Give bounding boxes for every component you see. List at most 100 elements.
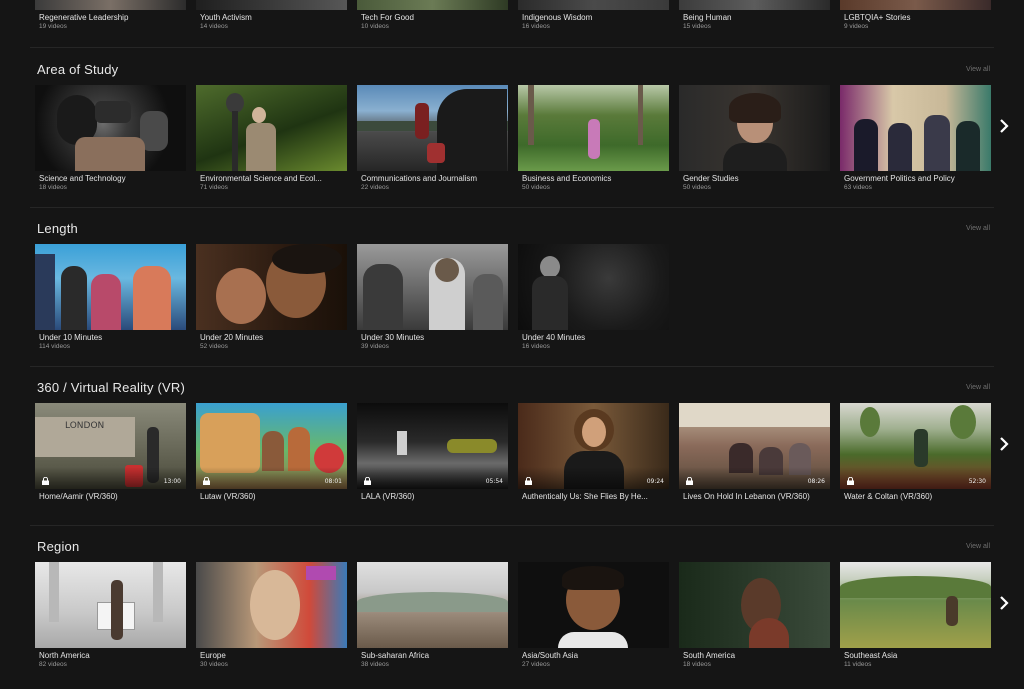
lock-icon bbox=[525, 477, 532, 485]
collection-title: Being Human bbox=[683, 13, 732, 22]
video-duration: 08:26 bbox=[807, 478, 825, 485]
collection-count: 63 videos bbox=[844, 184, 872, 191]
collection-thumbnail bbox=[518, 0, 669, 10]
collection-title: North America bbox=[39, 651, 90, 660]
collection-card[interactable]: South America 18 videos bbox=[679, 562, 830, 668]
collection-thumbnail bbox=[196, 244, 347, 330]
collection-count: 10 videos bbox=[361, 23, 389, 30]
collection-thumbnail bbox=[840, 562, 991, 648]
collection-card[interactable]: Business and Economics 50 videos bbox=[518, 85, 669, 191]
video-thumbnail: 05:54 bbox=[357, 403, 508, 489]
section-vr: 360 / Virtual Reality (VR) View all LOND… bbox=[0, 374, 1024, 524]
collection-thumbnail bbox=[35, 562, 186, 648]
collection-thumbnail bbox=[840, 85, 991, 171]
video-card[interactable]: 05:54 LALA (VR/360) bbox=[357, 403, 508, 501]
section-divider bbox=[30, 47, 994, 48]
lock-icon bbox=[847, 477, 854, 485]
collection-title: Asia/South Asia bbox=[522, 651, 579, 660]
collection-card[interactable]: Youth Activism 14 videos bbox=[196, 0, 347, 30]
collection-card[interactable]: Southeast Asia 11 videos bbox=[840, 562, 991, 668]
section-title: Area of Study bbox=[37, 62, 119, 77]
collection-title: Science and Technology bbox=[39, 174, 126, 183]
collection-title: LGBTQIA+ Stories bbox=[844, 13, 911, 22]
collection-count: 18 videos bbox=[683, 661, 711, 668]
chevron-right-icon[interactable] bbox=[998, 595, 1010, 611]
chevron-right-icon[interactable] bbox=[998, 118, 1010, 134]
collection-card[interactable]: Science and Technology 18 videos bbox=[35, 85, 186, 191]
collection-count: 18 videos bbox=[39, 184, 67, 191]
section-title: Region bbox=[37, 539, 80, 554]
collection-count: 39 videos bbox=[361, 343, 389, 350]
collection-count: 16 videos bbox=[522, 23, 550, 30]
collection-card[interactable]: Indigenous Wisdom 16 videos bbox=[518, 0, 669, 30]
collection-title: Europe bbox=[200, 651, 226, 660]
lock-icon bbox=[42, 477, 49, 485]
collection-card[interactable]: Asia/South Asia 27 videos bbox=[518, 562, 669, 668]
collection-count: 16 videos bbox=[522, 343, 550, 350]
collection-card[interactable]: Regenerative Leadership 19 videos bbox=[35, 0, 186, 30]
collection-card[interactable]: Under 10 Minutes 114 videos bbox=[35, 244, 186, 350]
collection-card[interactable]: Under 20 Minutes 52 videos bbox=[196, 244, 347, 350]
section-region: Region View all North America 82 videos … bbox=[0, 533, 1024, 689]
collection-count: 50 videos bbox=[522, 184, 550, 191]
view-all-link[interactable]: View all bbox=[966, 66, 990, 73]
collection-title: Sub-saharan Africa bbox=[361, 651, 430, 660]
top-collection-row: Regenerative Leadership 19 videos Youth … bbox=[0, 0, 1024, 40]
video-title: Lutaw (VR/360) bbox=[200, 492, 256, 501]
collection-card[interactable]: North America 82 videos bbox=[35, 562, 186, 668]
view-all-link[interactable]: View all bbox=[966, 543, 990, 550]
collection-card[interactable]: Tech For Good 10 videos bbox=[357, 0, 508, 30]
collection-card[interactable]: Europe 30 videos bbox=[196, 562, 347, 668]
collection-thumbnail bbox=[518, 562, 669, 648]
chevron-right-icon[interactable] bbox=[998, 436, 1010, 452]
collection-thumbnail bbox=[196, 0, 347, 10]
collection-count: 19 videos bbox=[39, 23, 67, 30]
collection-count: 27 videos bbox=[522, 661, 550, 668]
lock-icon bbox=[686, 477, 693, 485]
collection-thumbnail bbox=[35, 85, 186, 171]
collection-card[interactable]: Under 40 Minutes 16 videos bbox=[518, 244, 669, 350]
video-thumbnail: 08:01 bbox=[196, 403, 347, 489]
video-title: Lives On Hold In Lebanon (VR/360) bbox=[683, 492, 810, 501]
collection-title: Environmental Science and Ecol... bbox=[200, 174, 322, 183]
view-all-link[interactable]: View all bbox=[966, 225, 990, 232]
collection-title: Regenerative Leadership bbox=[39, 13, 129, 22]
collection-card[interactable]: Communications and Journalism 22 videos bbox=[357, 85, 508, 191]
section-divider bbox=[30, 366, 994, 367]
video-card[interactable]: LONDON 13:00 Home/Aamir (VR/360) bbox=[35, 403, 186, 501]
collection-thumbnail bbox=[518, 85, 669, 171]
collection-card[interactable]: LGBTQIA+ Stories 9 videos bbox=[840, 0, 991, 30]
collection-thumbnail bbox=[679, 85, 830, 171]
video-card[interactable]: 08:26 Lives On Hold In Lebanon (VR/360) bbox=[679, 403, 830, 501]
collection-card[interactable]: Sub-saharan Africa 38 videos bbox=[357, 562, 508, 668]
video-card[interactable]: 08:01 Lutaw (VR/360) bbox=[196, 403, 347, 501]
collection-thumbnail bbox=[357, 85, 508, 171]
collection-thumbnail bbox=[35, 244, 186, 330]
video-thumbnail: 08:26 bbox=[679, 403, 830, 489]
collection-thumbnail bbox=[357, 0, 508, 10]
collection-card[interactable]: Being Human 15 videos bbox=[679, 0, 830, 30]
collection-card[interactable]: Government Politics and Policy 63 videos bbox=[840, 85, 991, 191]
video-thumbnail: LONDON 13:00 bbox=[35, 403, 186, 489]
video-card[interactable]: 09:24 Authentically Us: She Flies By He.… bbox=[518, 403, 669, 501]
collection-card[interactable]: Environmental Science and Ecol... 71 vid… bbox=[196, 85, 347, 191]
lock-icon bbox=[364, 477, 371, 485]
collections-page: Regenerative Leadership 19 videos Youth … bbox=[0, 0, 1024, 689]
collection-count: 50 videos bbox=[683, 184, 711, 191]
section-title: Length bbox=[37, 221, 78, 236]
collection-card[interactable]: Under 30 Minutes 39 videos bbox=[357, 244, 508, 350]
video-card[interactable]: 52:30 Water & Coltan (VR/360) bbox=[840, 403, 991, 501]
view-all-link[interactable]: View all bbox=[966, 384, 990, 391]
video-title: Authentically Us: She Flies By He... bbox=[522, 492, 648, 501]
collection-title: Under 30 Minutes bbox=[361, 333, 425, 342]
collection-title: Tech For Good bbox=[361, 13, 414, 22]
collection-card[interactable]: Gender Studies 50 videos bbox=[679, 85, 830, 191]
collection-title: Under 10 Minutes bbox=[39, 333, 103, 342]
collection-count: 9 videos bbox=[844, 23, 869, 30]
video-title: Water & Coltan (VR/360) bbox=[844, 492, 933, 501]
collection-title: Southeast Asia bbox=[844, 651, 898, 660]
collection-thumbnail bbox=[196, 562, 347, 648]
collection-count: 11 videos bbox=[844, 661, 872, 668]
collection-count: 114 videos bbox=[39, 343, 70, 350]
collection-count: 38 videos bbox=[361, 661, 389, 668]
